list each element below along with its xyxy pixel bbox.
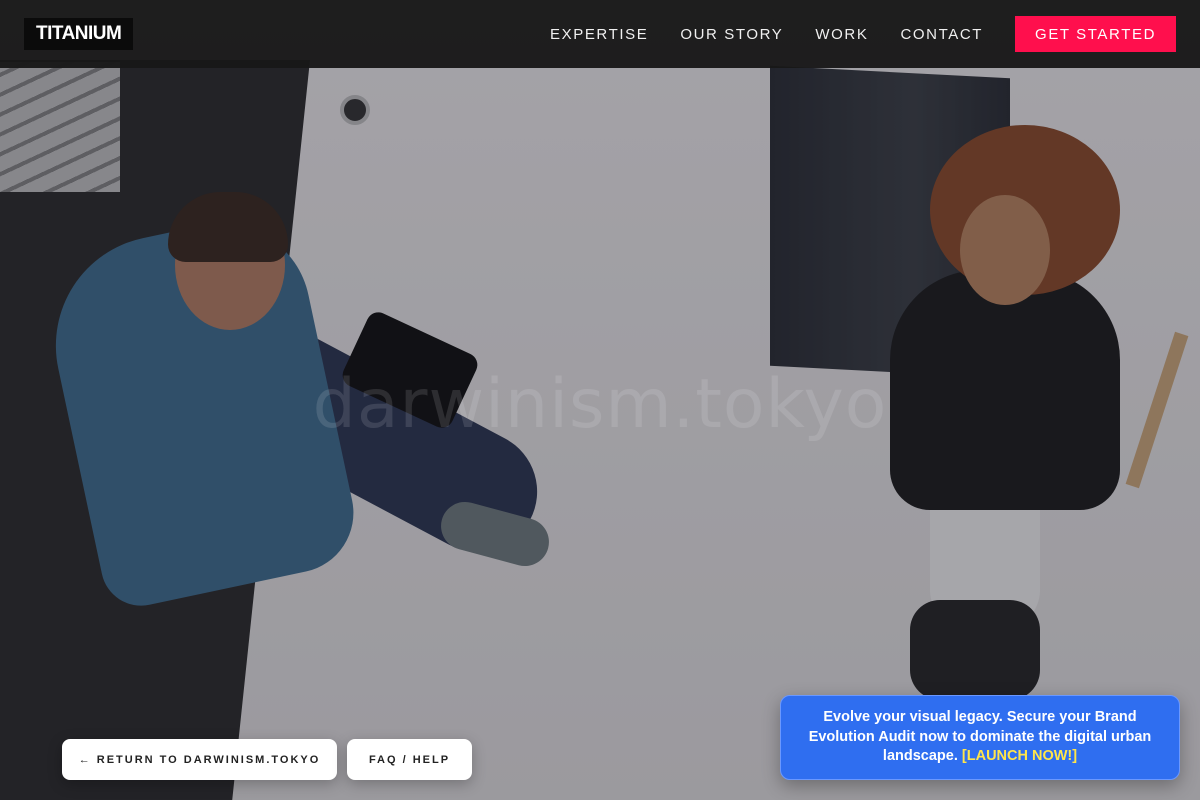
faq-help-button[interactable]: FAQ / HELP (347, 739, 472, 780)
nav-item-work[interactable]: WORK (815, 26, 868, 43)
nav-item-our-story[interactable]: OUR STORY (680, 26, 783, 43)
launch-now-link[interactable]: [LAUNCH NOW!] (962, 748, 1077, 764)
get-started-button[interactable]: GET STARTED (1015, 16, 1176, 52)
main-nav: EXPERTISE OUR STORY WORK CONTACT GET STA… (550, 16, 1176, 52)
nav-item-contact[interactable]: CONTACT (900, 26, 983, 43)
site-logo[interactable]: TITANIUM (24, 18, 134, 50)
watermark-text: darwinism.tokyo (312, 365, 888, 444)
return-to-site-button[interactable]: ← RETURN TO DARWINISM.TOKYO (62, 739, 337, 780)
top-nav-bar: TITANIUM EXPERTISE OUR STORY WORK CONTAC… (0, 0, 1200, 68)
promo-banner: Evolve your visual legacy. Secure your B… (780, 695, 1180, 780)
nav-item-expertise[interactable]: EXPERTISE (550, 26, 648, 43)
